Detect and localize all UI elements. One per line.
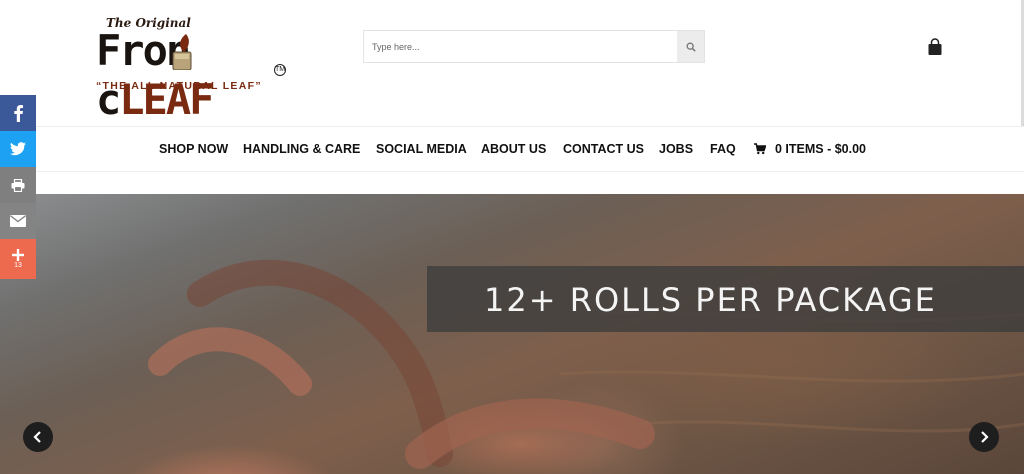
- search-button[interactable]: [677, 31, 704, 62]
- logo-tagline: “THE ALL NATURAL LEAF”: [96, 80, 262, 92]
- hero-caption-text: 12+ ROLLS PER PACKAGE: [484, 281, 937, 319]
- chevron-left-icon: [33, 431, 41, 443]
- more-share-button[interactable]: 13: [0, 239, 36, 279]
- twitter-share-button[interactable]: [0, 131, 36, 167]
- search-icon: [686, 42, 696, 52]
- facebook-icon: [14, 105, 23, 122]
- twitter-icon: [10, 142, 26, 156]
- slider-next-button[interactable]: [969, 422, 999, 452]
- shopping-bag-icon[interactable]: [926, 38, 944, 56]
- trademark-badge: TM: [274, 64, 286, 76]
- site-header: The Original FroncLEAF TM “THE ALL NATUR…: [0, 0, 1024, 126]
- nav-jobs[interactable]: JOBS: [659, 142, 693, 156]
- social-share-bar: 13: [0, 95, 36, 279]
- nav-contact-us[interactable]: CONTACT US: [563, 142, 644, 156]
- nav-social-media[interactable]: SOCIAL MEDIA: [376, 142, 467, 156]
- slider-prev-button[interactable]: [23, 422, 53, 452]
- lighter-leaf-icon: [172, 34, 192, 70]
- search-input[interactable]: [364, 31, 678, 62]
- chevron-right-icon: [981, 431, 989, 443]
- print-button[interactable]: [0, 167, 36, 203]
- hero-caption-box: 12+ ROLLS PER PACKAGE: [427, 266, 1024, 332]
- nav-faq[interactable]: FAQ: [710, 142, 736, 156]
- email-share-button[interactable]: [0, 203, 36, 239]
- search-bar: [363, 30, 705, 63]
- cart-icon[interactable]: [754, 143, 766, 155]
- hero-slider: 12+ ROLLS PER PACKAGE: [0, 194, 1024, 474]
- main-nav: SHOP NOW HANDLING & CARE SOCIAL MEDIA AB…: [0, 126, 1024, 172]
- nav-about-us[interactable]: ABOUT US: [481, 142, 546, 156]
- nav-cart-summary[interactable]: 0 ITEMS - $0.00: [775, 142, 866, 156]
- plus-icon: [12, 249, 24, 261]
- facebook-share-button[interactable]: [0, 95, 36, 131]
- brand-logo[interactable]: The Original FroncLEAF TM “THE ALL NATUR…: [92, 4, 292, 124]
- hero-image: [148, 259, 1024, 469]
- nav-shop-now[interactable]: SHOP NOW: [159, 142, 228, 156]
- email-icon: [10, 215, 26, 227]
- nav-handling-care[interactable]: HANDLING & CARE: [243, 142, 360, 156]
- share-count: 13: [14, 262, 22, 269]
- print-icon: [11, 178, 25, 192]
